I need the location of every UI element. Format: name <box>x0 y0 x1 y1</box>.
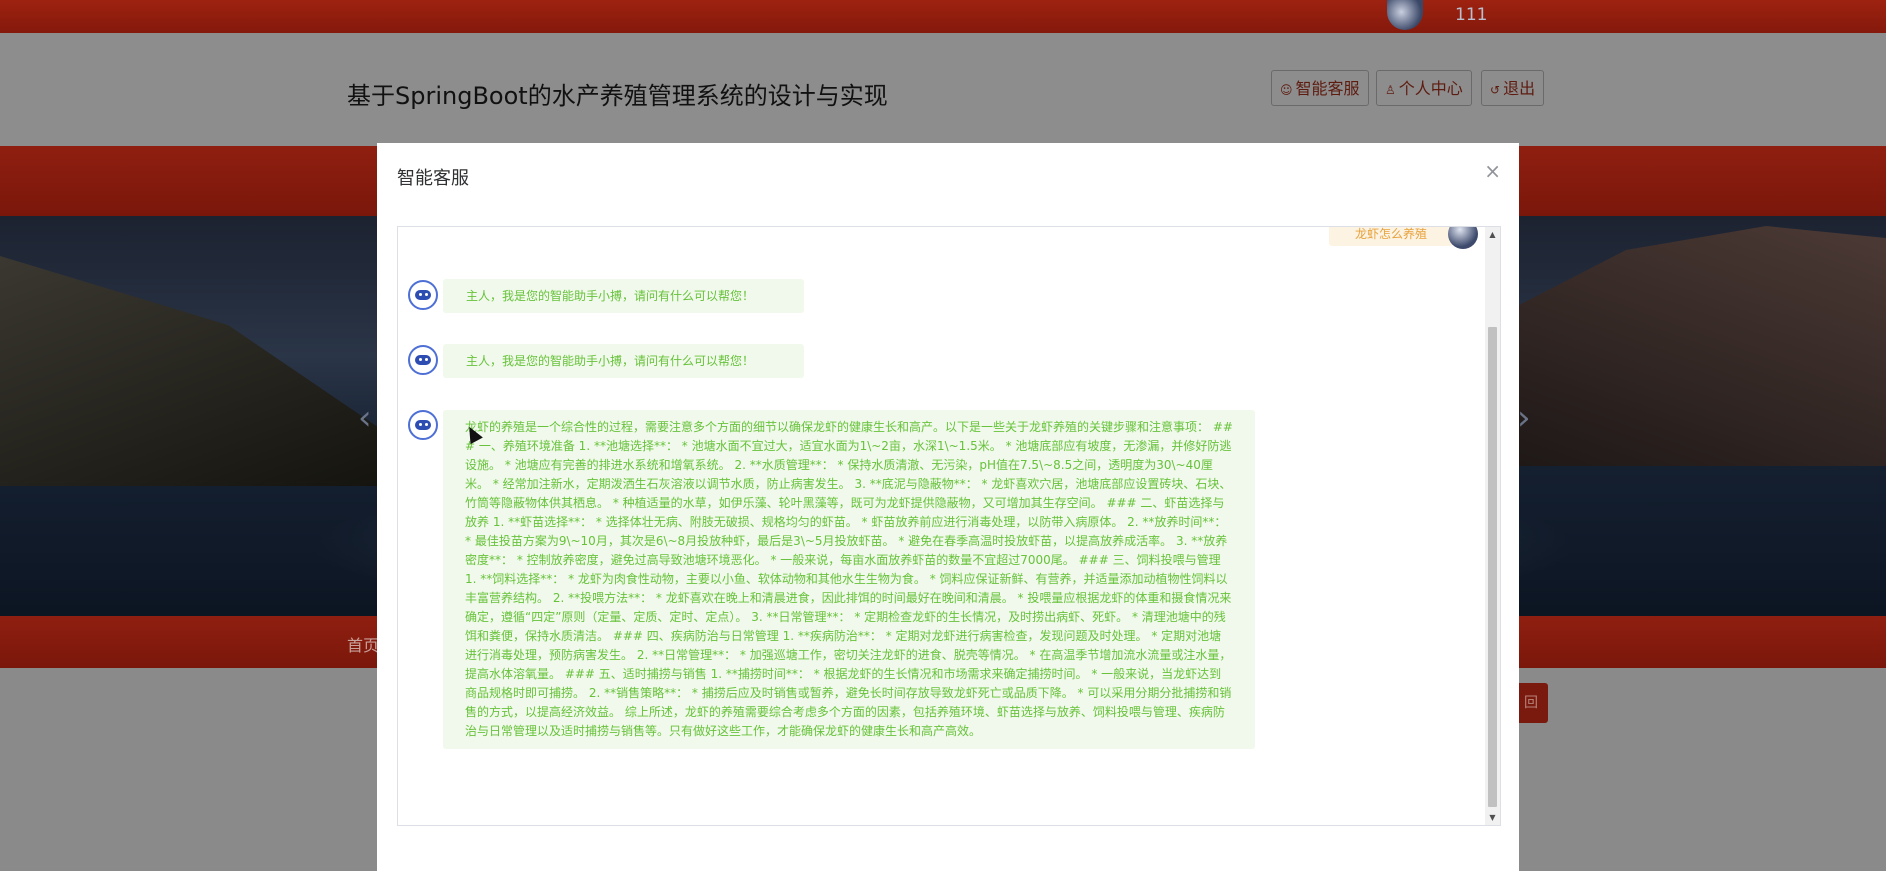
user-icon: ♙ <box>1385 83 1396 97</box>
logout-button[interactable]: ↺ 退出 <box>1481 70 1545 106</box>
chat-window[interactable]: 龙虾怎么养殖 主人，我是您的智能助手小搏，请问有什么可以帮您！ 主人，我是您的智… <box>397 226 1501 826</box>
chevron-right-icon[interactable]: › <box>1517 401 1531 435</box>
personal-center-button[interactable]: ♙ 个人中心 <box>1376 70 1472 106</box>
banner-landscape-left <box>0 256 380 486</box>
user-avatar <box>1448 227 1478 249</box>
robot-icon <box>408 280 438 310</box>
user-avatar[interactable] <box>1387 0 1423 30</box>
top-bar: 111 <box>0 0 1886 33</box>
site-header: 基于SpringBoot的水产养殖管理系统的设计与实现 ☺ 智能客服 ♙ 个人中心 … <box>0 33 1886 146</box>
username-label[interactable]: 111 <box>1455 5 1487 25</box>
nav-item-home[interactable]: 首页 <box>347 632 379 656</box>
user-message: 龙虾怎么养殖 <box>1328 227 1453 246</box>
scroll-up-arrow-icon[interactable]: ▲ <box>1485 230 1500 239</box>
robot-icon <box>408 345 438 375</box>
smart-service-button[interactable]: ☺ 智能客服 <box>1271 70 1369 106</box>
smart-service-dialog: 智能客服 × 龙虾怎么养殖 主人，我是您的智能助手小搏，请问有什么可以帮您！ 主… <box>377 143 1519 871</box>
bot-message: 主人，我是您的智能助手小搏，请问有什么可以帮您！ <box>443 344 804 378</box>
scrollbar-thumb[interactable] <box>1488 327 1497 807</box>
close-icon[interactable]: × <box>1484 159 1501 183</box>
personal-center-label: 个人中心 <box>1398 79 1463 98</box>
person-icon: ☺ <box>1280 83 1293 97</box>
scroll-down-arrow-icon[interactable]: ▼ <box>1485 813 1500 822</box>
smart-service-label: 智能客服 <box>1295 79 1360 98</box>
chat-scrollbar[interactable]: ▲ ▼ <box>1485 227 1500 825</box>
bot-message: 主人，我是您的智能助手小搏，请问有什么可以帮您！ <box>443 279 804 313</box>
chevron-left-icon[interactable]: ‹ <box>358 401 372 435</box>
banner-landscape-right <box>1486 226 1886 466</box>
dialog-title: 智能客服 <box>397 168 469 189</box>
robot-icon <box>408 410 438 440</box>
logout-icon: ↺ <box>1490 83 1501 97</box>
logout-label: 退出 <box>1503 79 1536 98</box>
site-title: 基于SpringBoot的水产养殖管理系统的设计与实现 <box>347 82 888 110</box>
bot-message-long: 龙虾的养殖是一个综合性的过程，需要注意多个方面的细节以确保龙虾的健康生长和高产。… <box>443 410 1255 749</box>
